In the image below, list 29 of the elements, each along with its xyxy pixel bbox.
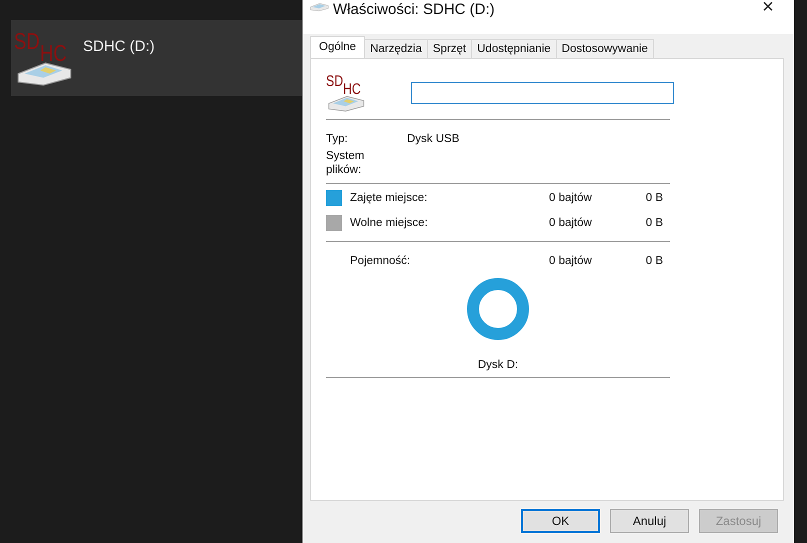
tab[interactable]: Dostosowywanie bbox=[556, 39, 654, 58]
bytes-value: 0 bajtów bbox=[549, 254, 593, 266]
info-value: Dysk USB bbox=[407, 132, 460, 146]
space-label: Zajęte miejsce: bbox=[350, 192, 428, 204]
bytes-value: 0 bajtów bbox=[549, 216, 593, 228]
logo-text: HC bbox=[40, 42, 66, 66]
drive-label: SDHC (D:) bbox=[83, 38, 155, 54]
size-value: 0 B bbox=[645, 192, 663, 204]
tab[interactable]: Ogólne bbox=[310, 36, 366, 58]
drive-icon bbox=[309, 0, 329, 14]
info-label: System plików: bbox=[326, 149, 366, 177]
window-title: Właściwości: SDHC (D:) bbox=[333, 1, 495, 19]
logo-text: HC bbox=[343, 82, 361, 98]
size-value: 0 B bbox=[645, 216, 663, 228]
drive-item[interactable]: SDHC SDHC (D:) bbox=[11, 20, 302, 96]
size-value: 0 B bbox=[645, 254, 663, 266]
usage-donut bbox=[466, 277, 530, 341]
info-label: Typ: bbox=[326, 132, 349, 146]
logo-text: SD bbox=[14, 30, 40, 53]
name-field[interactable] bbox=[411, 82, 674, 104]
dialog-button[interactable]: OK bbox=[521, 509, 600, 533]
space-label: Wolne miejsce: bbox=[350, 216, 429, 228]
capacity-label: Pojemność: bbox=[350, 254, 412, 266]
bytes-value: 0 bajtów bbox=[549, 192, 593, 204]
dialog-button[interactable]: Anuluj bbox=[610, 509, 689, 533]
close-button[interactable]: × bbox=[746, 0, 790, 18]
drive-icon bbox=[326, 95, 366, 112]
logo-text: SD bbox=[326, 74, 344, 90]
drive-caption: Dysk D: bbox=[478, 359, 518, 371]
